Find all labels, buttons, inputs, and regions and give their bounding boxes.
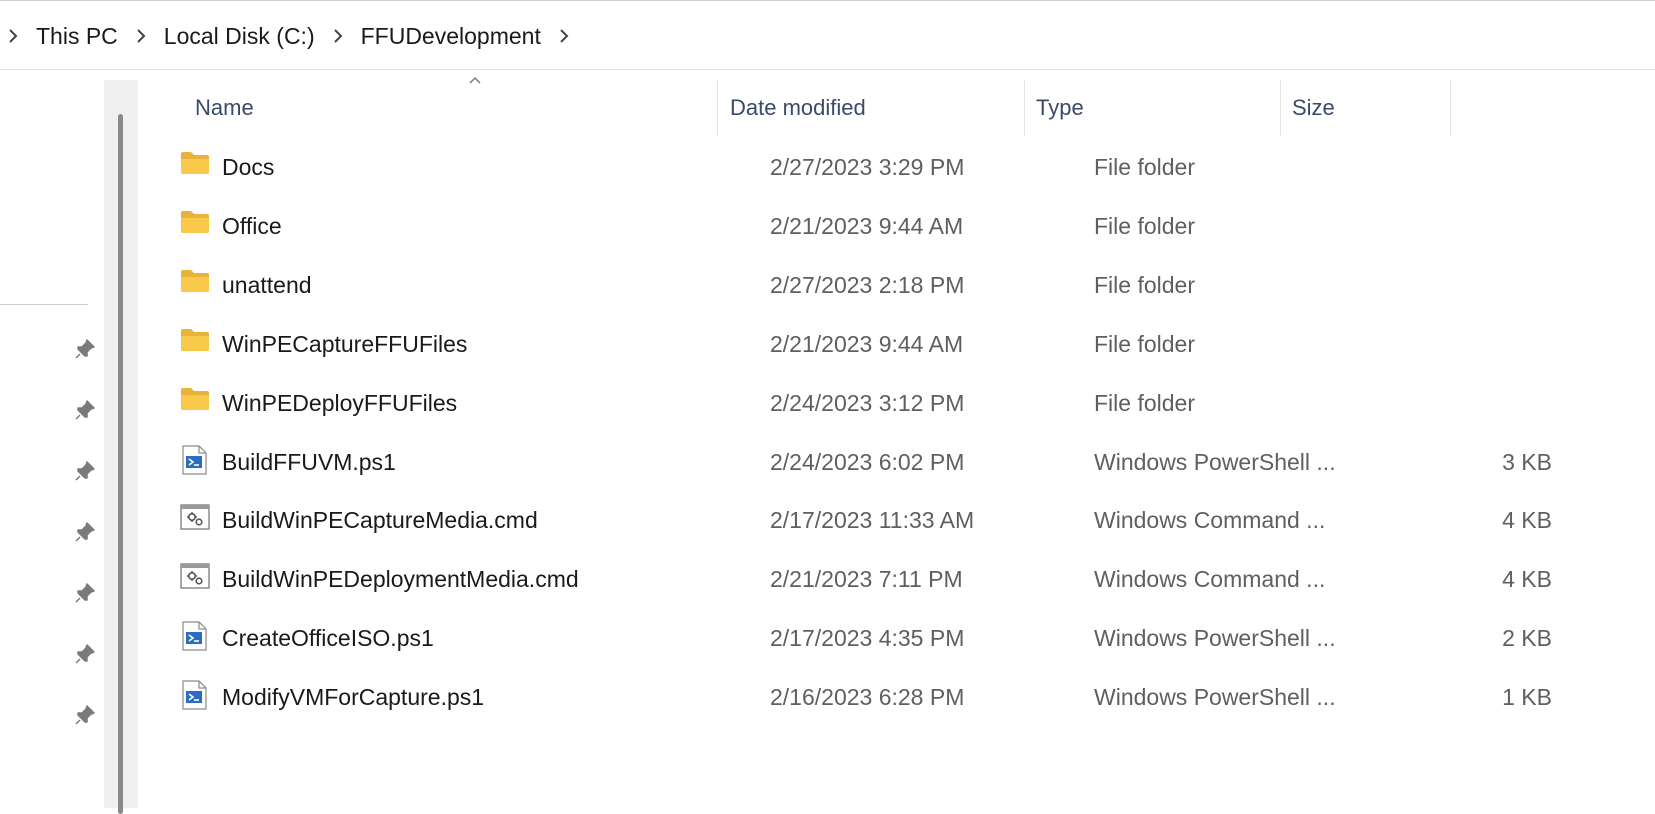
file-name: ModifyVMForCapture.ps1 — [222, 684, 485, 711]
file-date-modified: 2/24/2023 6:02 PM — [770, 448, 965, 475]
file-date-modified: 2/21/2023 7:11 PM — [770, 566, 963, 593]
file-size: 4 KB — [1502, 566, 1552, 593]
file-name: WinPEDeployFFUFiles — [222, 389, 458, 416]
file-row[interactable]: ModifyVMForCapture.ps1 2/16/2023 6:28 PM W… — [142, 666, 1552, 728]
file-date-modified: 2/24/2023 3:12 PM — [770, 389, 965, 416]
cmd-file-icon — [180, 503, 210, 533]
column-divider[interactable] — [717, 80, 718, 136]
file-size — [1402, 195, 1552, 257]
file-type: Windows PowerShell ... — [1094, 625, 1336, 652]
file-type: File folder — [1094, 330, 1195, 357]
nav-divider — [0, 304, 88, 305]
file-row[interactable]: WinPECaptureFFUFiles 2/21/2023 9:44 AM Fil… — [142, 313, 1532, 375]
file-name: Office — [222, 212, 282, 239]
powershell-file-icon — [180, 621, 210, 651]
folder-icon — [180, 150, 210, 180]
file-name: WinPECaptureFFUFiles — [222, 330, 468, 357]
pin-icon[interactable] — [74, 399, 96, 421]
file-type: Windows PowerShell ... — [1094, 448, 1336, 475]
file-row[interactable]: Office 2/21/2023 9:44 AM File folder — [142, 195, 1532, 257]
file-type: Windows PowerShell ... — [1094, 684, 1336, 711]
file-date-modified: 2/17/2023 11:33 AM — [770, 507, 975, 534]
address-bar: This PC Local Disk (C:) FFUDevelopment — [0, 0, 1655, 70]
file-size — [1402, 254, 1552, 316]
file-date-modified: 2/27/2023 2:18 PM — [770, 271, 965, 298]
column-header-row: Name Date modified Type Size — [142, 76, 1532, 136]
breadcrumb-local-disk[interactable]: Local Disk (C:) — [154, 23, 325, 50]
breadcrumb: This PC Local Disk (C:) FFUDevelopment — [0, 1, 577, 71]
file-row[interactable]: BuildFFUVM.ps1 2/24/2023 6:02 PM Windows P… — [142, 431, 1552, 493]
column-header-type[interactable]: Type — [1036, 80, 1084, 136]
pin-icon[interactable] — [74, 704, 96, 726]
chevron-right-icon[interactable] — [325, 27, 351, 45]
file-size — [1402, 136, 1552, 198]
file-type: Windows Command ... — [1094, 566, 1326, 593]
file-date-modified: 2/21/2023 9:44 AM — [770, 330, 964, 357]
file-row[interactable]: BuildWinPEDeploymentMedia.cmd 2/21/2023 7… — [142, 548, 1552, 610]
navigation-pane — [0, 70, 104, 808]
folder-icon — [180, 386, 210, 416]
powershell-file-icon — [180, 680, 210, 710]
file-size: 4 KB — [1502, 507, 1552, 534]
column-header-size[interactable]: Size — [1292, 80, 1335, 136]
file-type: File folder — [1094, 389, 1195, 416]
column-divider[interactable] — [1024, 80, 1025, 136]
file-name: CreateOfficeISO.ps1 — [222, 625, 434, 652]
breadcrumb-this-pc[interactable]: This PC — [26, 23, 128, 50]
file-row[interactable]: CreateOfficeISO.ps1 2/17/2023 4:35 PM Wind… — [142, 607, 1552, 669]
pin-icon[interactable] — [74, 582, 96, 604]
powershell-file-icon — [180, 444, 210, 475]
file-name: BuildWinPECaptureMedia.cmd — [222, 507, 538, 534]
file-type: File folder — [1094, 154, 1195, 180]
file-type: Windows Command ... — [1094, 507, 1326, 534]
folder-icon — [180, 209, 210, 239]
folder-icon — [180, 268, 210, 298]
file-name: BuildFFUVM.ps1 — [222, 448, 396, 475]
pin-icon[interactable] — [74, 338, 96, 360]
column-header-date[interactable]: Date modified — [730, 80, 866, 136]
file-size — [1402, 372, 1552, 434]
pin-icon[interactable] — [74, 460, 96, 482]
file-row[interactable]: WinPEDeployFFUFiles 2/24/2023 3:12 PM File… — [142, 372, 1532, 434]
chevron-right-icon[interactable] — [551, 27, 577, 45]
file-date-modified: 2/21/2023 9:44 AM — [770, 212, 964, 239]
file-size: 1 KB — [1502, 684, 1552, 711]
file-row[interactable]: unattend 2/27/2023 2:18 PM File folder — [142, 254, 1532, 316]
column-divider[interactable] — [1450, 80, 1451, 136]
file-type: File folder — [1094, 271, 1195, 298]
column-divider[interactable] — [1280, 80, 1281, 136]
file-name: unattend — [222, 271, 312, 298]
breadcrumb-ffudevelopment[interactable]: FFUDevelopment — [351, 23, 551, 50]
file-row[interactable]: BuildWinPECaptureMedia.cmd 2/17/2023 11:3… — [142, 489, 1552, 551]
chevron-right-icon[interactable] — [0, 27, 26, 45]
cmd-file-icon — [180, 562, 210, 592]
file-name: Docs — [222, 154, 275, 180]
file-list: Name Date modified Type Size Docs 2/27/20… — [142, 70, 1655, 808]
folder-icon — [180, 327, 210, 357]
pin-icon[interactable] — [74, 643, 96, 665]
scrollbar-thumb[interactable] — [118, 114, 123, 814]
file-name: BuildWinPEDeploymentMedia.cmd — [222, 566, 579, 593]
file-date-modified: 2/17/2023 4:35 PM — [770, 625, 965, 652]
file-type: File folder — [1094, 212, 1195, 239]
sort-ascending-icon — [469, 76, 481, 84]
column-header-name[interactable]: Name — [195, 80, 254, 136]
file-size: 3 KB — [1502, 448, 1552, 475]
nav-scrollbar[interactable] — [104, 80, 138, 814]
file-row[interactable]: Docs 2/27/2023 3:29 PM File folder — [142, 136, 1532, 198]
chevron-right-icon[interactable] — [128, 27, 154, 45]
file-date-modified: 2/27/2023 3:29 PM — [770, 154, 965, 180]
pin-icon[interactable] — [74, 521, 96, 543]
file-size: 2 KB — [1502, 625, 1552, 652]
file-date-modified: 2/16/2023 6:28 PM — [770, 684, 965, 711]
file-size — [1402, 313, 1552, 375]
